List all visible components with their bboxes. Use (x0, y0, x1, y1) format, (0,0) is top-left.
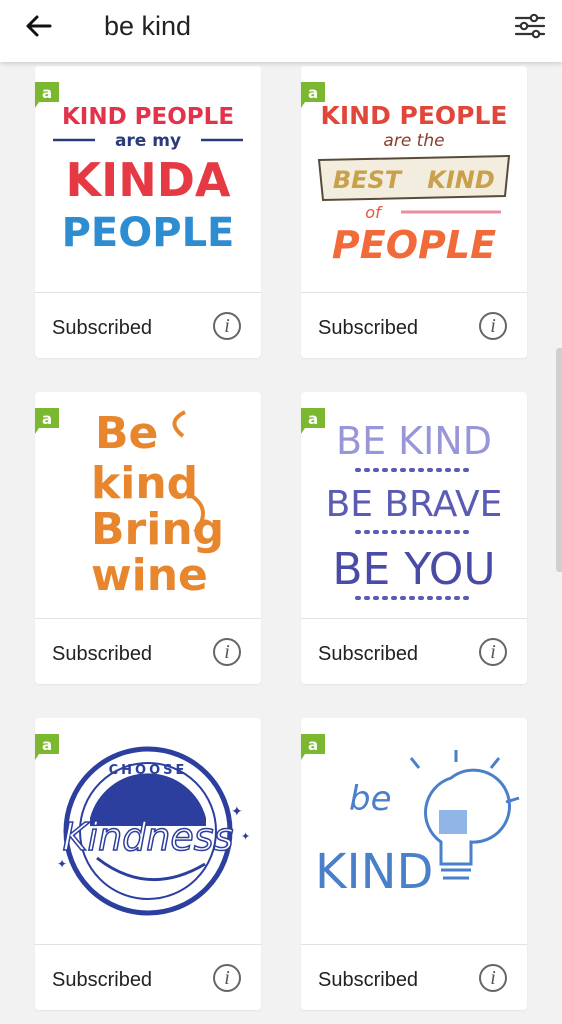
design-card[interactable]: be KIND a Subscribed i (301, 718, 527, 1010)
info-icon[interactable]: i (213, 964, 241, 992)
svg-text:✦: ✦ (241, 830, 250, 843)
access-badge-icon: a (301, 734, 325, 760)
design-image[interactable]: KIND PEOPLE are my KINDA PEOPLE (35, 66, 261, 292)
scrollbar-handle[interactable] (556, 348, 562, 572)
art-text: CHOOSE (109, 763, 188, 778)
access-badge-icon: a (35, 82, 59, 108)
art-text: KINDA (65, 153, 230, 207)
design-card[interactable]: KIND PEOPLE are my KINDA PEOPLE a Subscr… (35, 66, 261, 358)
art-text: Be (95, 408, 158, 459)
info-icon[interactable]: i (479, 312, 507, 340)
art-text: kind (91, 458, 198, 509)
svg-text:a: a (42, 736, 52, 754)
design-image[interactable]: CHOOSE Kindness ✦ ✦ ✦ (35, 718, 261, 944)
access-badge-icon: a (301, 82, 325, 108)
access-badge-icon: a (35, 734, 59, 760)
design-image[interactable]: KIND PEOPLE are the BEST KIND of PEOPLE (301, 66, 527, 292)
design-image[interactable]: be KIND (301, 718, 527, 944)
art-text: be (349, 779, 392, 819)
art-text: KIND (315, 844, 434, 900)
svg-text:a: a (308, 736, 318, 754)
art-text: KIND (427, 166, 495, 194)
status-label: Subscribed (52, 969, 153, 991)
top-app-bar: be kind (0, 0, 562, 62)
arrow-left-icon (26, 15, 52, 37)
svg-text:a: a (42, 84, 52, 102)
design-card[interactable]: BE KIND BE BRAVE BE YOU a Subscribed i (301, 392, 527, 684)
art-text: KIND PEOPLE (320, 101, 507, 130)
sliders-icon (514, 13, 546, 39)
art-text: are the (383, 131, 444, 151)
art-text: BEST (333, 166, 403, 194)
art-text: are my (115, 131, 181, 151)
search-query-text[interactable]: be kind (104, 10, 191, 42)
design-image[interactable]: Be kind Bring wine (35, 392, 261, 618)
status-label: Subscribed (52, 317, 153, 339)
art-text: BE YOU (332, 544, 495, 595)
info-icon[interactable]: i (213, 638, 241, 666)
divider (35, 944, 261, 945)
art-text: PEOPLE (332, 223, 496, 267)
divider (35, 618, 261, 619)
back-button[interactable] (20, 10, 60, 42)
art-text: BE KIND (336, 419, 492, 463)
art-text: of (365, 203, 383, 222)
art-text: BE BRAVE (326, 484, 503, 525)
access-badge-icon: a (35, 408, 59, 434)
svg-text:✦: ✦ (57, 857, 67, 871)
info-icon[interactable]: i (213, 312, 241, 340)
status-label: Subscribed (318, 317, 419, 339)
design-card[interactable]: KIND PEOPLE are the BEST KIND of PEOPLE … (301, 66, 527, 358)
status-label: Subscribed (52, 643, 153, 665)
info-icon[interactable]: i (479, 964, 507, 992)
divider (301, 944, 527, 945)
art-text: KIND PEOPLE (62, 104, 234, 130)
filter-button[interactable] (510, 9, 550, 43)
svg-text:✦: ✦ (231, 804, 243, 820)
design-card[interactable]: CHOOSE Kindness ✦ ✦ ✦ a Subscribed i (35, 718, 261, 1010)
svg-text:a: a (308, 410, 318, 428)
divider (35, 292, 261, 293)
status-label: Subscribed (318, 969, 419, 991)
art-text: wine (91, 550, 208, 601)
svg-text:a: a (308, 84, 318, 102)
info-icon[interactable]: i (479, 638, 507, 666)
divider (301, 292, 527, 293)
art-text: PEOPLE (62, 210, 235, 256)
svg-text:a: a (42, 410, 52, 428)
divider (301, 618, 527, 619)
design-card[interactable]: Be kind Bring wine a Subscribed i (35, 392, 261, 684)
art-text: Kindness (63, 815, 234, 859)
design-image[interactable]: BE KIND BE BRAVE BE YOU (301, 392, 527, 618)
status-label: Subscribed (318, 643, 419, 665)
access-badge-icon: a (301, 408, 325, 434)
